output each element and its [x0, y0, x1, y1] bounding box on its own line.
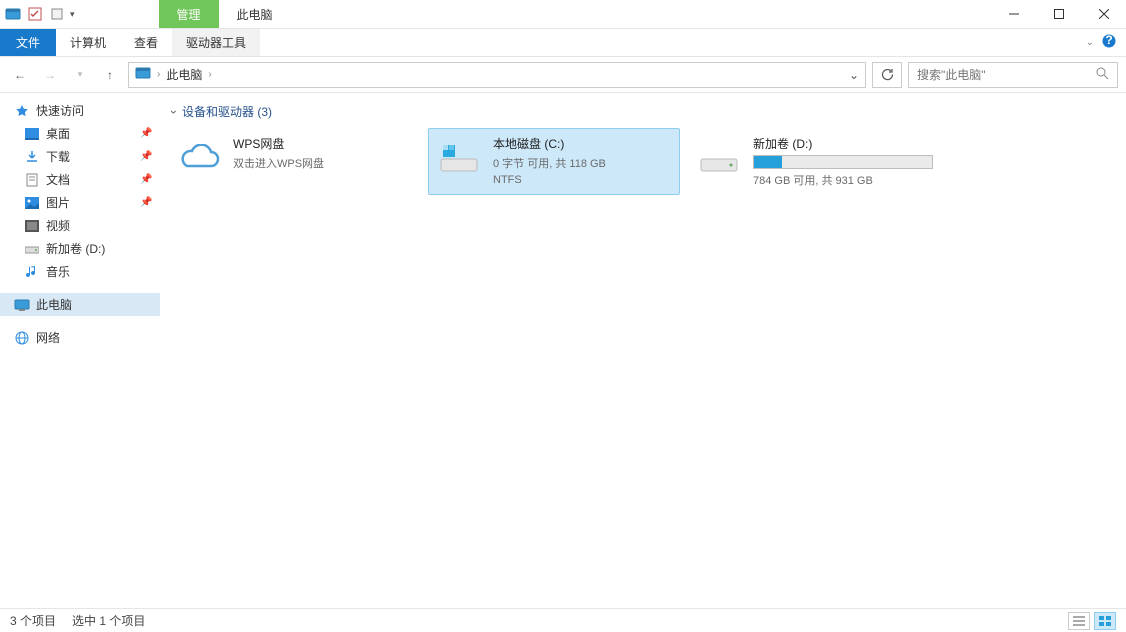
sidebar-item-label: 网络: [36, 329, 60, 346]
item-subtext: 双击进入WPS网盘: [233, 155, 413, 171]
music-icon: [24, 264, 40, 280]
this-pc-icon: [14, 297, 30, 313]
help-icon[interactable]: ?: [1102, 34, 1116, 51]
pin-icon: 📌: [140, 128, 152, 139]
sidebar-item-downloads[interactable]: 下载 📌: [0, 145, 160, 168]
sidebar-item-label: 文档: [46, 171, 70, 188]
refresh-button[interactable]: [872, 62, 902, 88]
breadcrumb-sep-icon[interactable]: ›: [208, 69, 211, 80]
drive-icon: [695, 135, 743, 183]
sidebar-item-label: 新加卷 (D:): [46, 240, 105, 257]
titlebar: ▾ 管理 此电脑: [0, 0, 1126, 29]
navigation-pane: 快速访问 桌面 📌 下载 📌 文档 📌 图片 📌 视频 新加卷 (D: [0, 93, 160, 608]
section-title: 设备和驱动器 (3): [182, 103, 272, 120]
pin-icon: 📌: [140, 174, 152, 185]
sidebar-item-music[interactable]: 音乐: [0, 260, 160, 283]
tab-computer[interactable]: 计算机: [56, 29, 120, 56]
nav-recent-dropdown[interactable]: ▾: [68, 63, 92, 87]
sidebar-item-label: 视频: [46, 217, 70, 234]
drives-list: WPS网盘 双击进入WPS网盘 本地磁盘 (C:) 0 字节 可用, 共 118…: [168, 128, 1118, 195]
cloud-icon: [175, 135, 223, 183]
main-area: 快速访问 桌面 📌 下载 📌 文档 📌 图片 📌 视频 新加卷 (D: [0, 93, 1126, 608]
item-name: 本地磁盘 (C:): [493, 135, 673, 152]
star-icon: [14, 103, 30, 119]
pin-icon: 📌: [140, 197, 152, 208]
video-icon: [24, 218, 40, 234]
sidebar-item-label: 此电脑: [36, 296, 72, 313]
maximize-button[interactable]: [1036, 0, 1081, 28]
document-icon: [24, 172, 40, 188]
pin-icon: 📌: [140, 151, 152, 162]
sidebar-item-drive-d[interactable]: 新加卷 (D:): [0, 237, 160, 260]
picture-icon: [24, 195, 40, 211]
item-filesystem: NTFS: [493, 174, 673, 186]
app-icon: [4, 5, 22, 23]
ribbon-tabs: 文件 计算机 查看 驱动器工具 ⌄ ?: [0, 29, 1126, 57]
sidebar-item-pictures[interactable]: 图片 📌: [0, 191, 160, 214]
close-button[interactable]: [1081, 0, 1126, 28]
navigation-bar: ← → ▾ ↑ › 此电脑 › ⌄: [0, 57, 1126, 93]
capacity-fill: [754, 156, 782, 168]
nav-up-button[interactable]: ↑: [98, 63, 122, 87]
svg-text:?: ?: [1105, 34, 1112, 47]
sidebar-item-label: 桌面: [46, 125, 70, 142]
sidebar-item-documents[interactable]: 文档 📌: [0, 168, 160, 191]
sidebar-this-pc[interactable]: 此电脑: [0, 293, 160, 316]
search-input[interactable]: [917, 68, 1096, 82]
sidebar-item-videos[interactable]: 视频: [0, 214, 160, 237]
qat-properties-icon[interactable]: [26, 5, 44, 23]
status-item-count: 3 个项目: [10, 612, 56, 629]
download-icon: [24, 149, 40, 165]
item-name: 新加卷 (D:): [753, 135, 933, 152]
sidebar-item-label: 图片: [46, 194, 70, 211]
window-controls: [991, 0, 1126, 28]
item-wps-cloud[interactable]: WPS网盘 双击进入WPS网盘: [168, 128, 420, 195]
view-details-button[interactable]: [1068, 612, 1090, 630]
ribbon-expand-icon[interactable]: ⌄: [1086, 37, 1094, 48]
item-drive-c[interactable]: 本地磁盘 (C:) 0 字节 可用, 共 118 GB NTFS: [428, 128, 680, 195]
network-icon: [14, 330, 30, 346]
os-drive-icon: [435, 135, 483, 183]
qat-dropdown-icon[interactable]: [48, 5, 66, 23]
nav-forward-button[interactable]: →: [38, 63, 62, 87]
status-selection: 选中 1 个项目: [72, 612, 145, 629]
quick-access-toolbar: ▾: [0, 0, 79, 28]
tab-file[interactable]: 文件: [0, 29, 56, 56]
minimize-button[interactable]: [991, 0, 1036, 28]
status-bar: 3 个项目 选中 1 个项目: [0, 608, 1126, 632]
address-icon: [135, 66, 151, 83]
tab-view[interactable]: 查看: [120, 29, 172, 56]
search-box[interactable]: [908, 62, 1118, 88]
section-header-devices[interactable]: › 设备和驱动器 (3): [168, 103, 1118, 128]
drive-icon: [24, 241, 40, 257]
sidebar-network[interactable]: 网络: [0, 326, 160, 349]
search-icon[interactable]: [1096, 67, 1109, 83]
breadcrumb-this-pc[interactable]: 此电脑: [166, 66, 202, 83]
capacity-bar: [753, 155, 933, 169]
view-large-icons-button[interactable]: [1094, 612, 1116, 630]
item-subtext: 0 字节 可用, 共 118 GB: [493, 155, 673, 171]
breadcrumb-sep-icon[interactable]: ›: [157, 69, 160, 80]
content-area: › 设备和驱动器 (3) WPS网盘 双击进入WPS网盘 本地磁盘: [160, 93, 1126, 608]
tab-drive-tools[interactable]: 驱动器工具: [172, 29, 260, 56]
sidebar-item-label: 快速访问: [36, 102, 84, 119]
item-subtext: 784 GB 可用, 共 931 GB: [753, 172, 933, 188]
item-drive-d[interactable]: 新加卷 (D:) 784 GB 可用, 共 931 GB: [688, 128, 940, 195]
address-dropdown-icon[interactable]: ⌄: [849, 68, 859, 82]
sidebar-item-label: 下载: [46, 148, 70, 165]
contextual-tab-header: 管理: [159, 0, 219, 28]
sidebar-quick-access[interactable]: 快速访问: [0, 99, 160, 122]
chevron-down-icon: ›: [167, 110, 181, 114]
qat-chevron-icon[interactable]: ▾: [70, 9, 75, 20]
address-bar[interactable]: › 此电脑 › ⌄: [128, 62, 866, 88]
desktop-icon: [24, 126, 40, 142]
item-name: WPS网盘: [233, 135, 413, 152]
sidebar-item-desktop[interactable]: 桌面 📌: [0, 122, 160, 145]
sidebar-item-label: 音乐: [46, 263, 70, 280]
nav-back-button[interactable]: ←: [8, 63, 32, 87]
window-title: 此电脑: [219, 0, 291, 28]
